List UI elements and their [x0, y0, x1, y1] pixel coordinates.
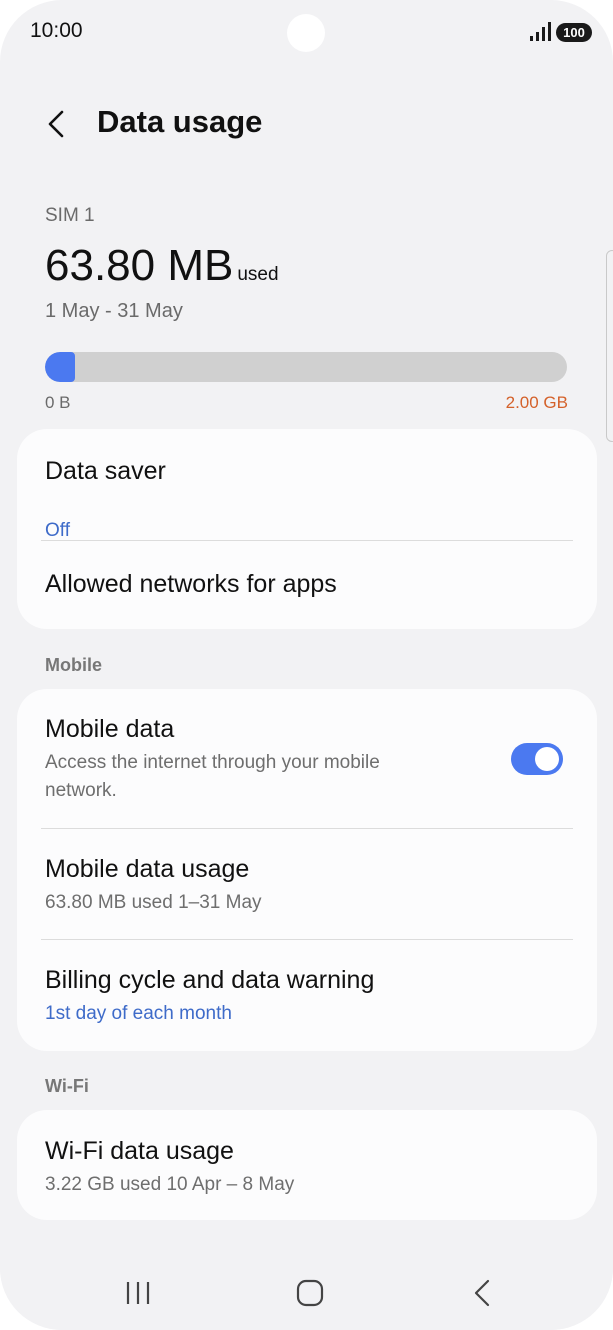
section-label-wifi: Wi-Fi: [45, 1076, 89, 1096]
usage-progress-bar: [45, 352, 567, 382]
app-header: Data usage: [0, 96, 613, 152]
range-min-label: 0 B: [45, 393, 71, 412]
wifi-data-usage-subtitle: 3.22 GB used 10 Apr – 8 May: [45, 1174, 295, 1195]
status-bar: 10:00 100: [0, 0, 613, 66]
home-button[interactable]: [290, 1276, 330, 1310]
toggle-knob: [535, 747, 559, 771]
page-title: Data usage: [97, 104, 263, 139]
back-button[interactable]: [38, 102, 78, 146]
mobile-data-description: Access the internet through your mobile …: [45, 752, 380, 801]
signal-bars-icon: [530, 22, 551, 41]
nav-back-button[interactable]: [462, 1276, 502, 1310]
divider: [41, 939, 573, 940]
mobile-data-usage-title: Mobile data usage: [45, 855, 250, 883]
used-amount-value: 63.80 MB: [45, 241, 234, 290]
wifi-data-usage-title: Wi-Fi data usage: [45, 1137, 234, 1165]
mobile-data-toggle[interactable]: [511, 743, 563, 775]
data-saver-title: Data saver: [45, 457, 166, 485]
range-max-label: 2.00 GB: [505, 393, 568, 412]
wifi-data-usage-row[interactable]: Wi-Fi data usage 3.22 GB used 10 Apr – 8…: [45, 1137, 569, 1201]
used-amount: 63.80 MB used: [45, 241, 279, 291]
status-time: 10:00: [30, 19, 83, 42]
data-saver-row[interactable]: Data saver Off: [45, 457, 569, 541]
battery-indicator: 100: [556, 23, 592, 42]
phone-screen: 10:00 100 Data usage SIM 1 63.80 MB used …: [0, 0, 613, 1330]
system-navigation-bar: [0, 1246, 613, 1330]
mobile-settings-card: Mobile data Access the internet through …: [17, 689, 597, 1051]
billing-cycle-row[interactable]: Billing cycle and data warning 1st day o…: [45, 966, 569, 1030]
sim-label: SIM 1: [45, 205, 95, 226]
home-icon: [296, 1279, 324, 1307]
chevron-left-icon: [48, 110, 64, 138]
usage-progress-fill: [45, 352, 75, 382]
mobile-data-usage-subtitle: 63.80 MB used 1–31 May: [45, 892, 262, 913]
allowed-networks-row[interactable]: Allowed networks for apps: [45, 570, 569, 606]
recents-button[interactable]: [118, 1276, 158, 1310]
battery-level: 100: [563, 25, 585, 40]
general-settings-card: Data saver Off Allowed networks for apps: [17, 429, 597, 629]
mobile-data-title: Mobile data: [45, 715, 175, 743]
billing-cycle-subtitle: 1st day of each month: [45, 1003, 232, 1024]
usage-period: 1 May - 31 May: [45, 300, 183, 322]
divider: [41, 828, 573, 829]
scrollbar[interactable]: [606, 250, 613, 442]
allowed-networks-title: Allowed networks for apps: [45, 570, 337, 598]
wifi-settings-card: Wi-Fi data usage 3.22 GB used 10 Apr – 8…: [17, 1110, 597, 1220]
mobile-data-row[interactable]: Mobile data Access the internet through …: [45, 715, 569, 825]
back-icon: [474, 1279, 490, 1307]
camera-cutout: [287, 14, 325, 52]
section-label-mobile: Mobile: [45, 655, 102, 675]
mobile-data-usage-row[interactable]: Mobile data usage 63.80 MB used 1–31 May: [45, 855, 569, 919]
used-suffix: used: [237, 264, 279, 285]
divider: [41, 540, 573, 541]
billing-cycle-title: Billing cycle and data warning: [45, 966, 375, 994]
recents-icon: [126, 1282, 150, 1304]
